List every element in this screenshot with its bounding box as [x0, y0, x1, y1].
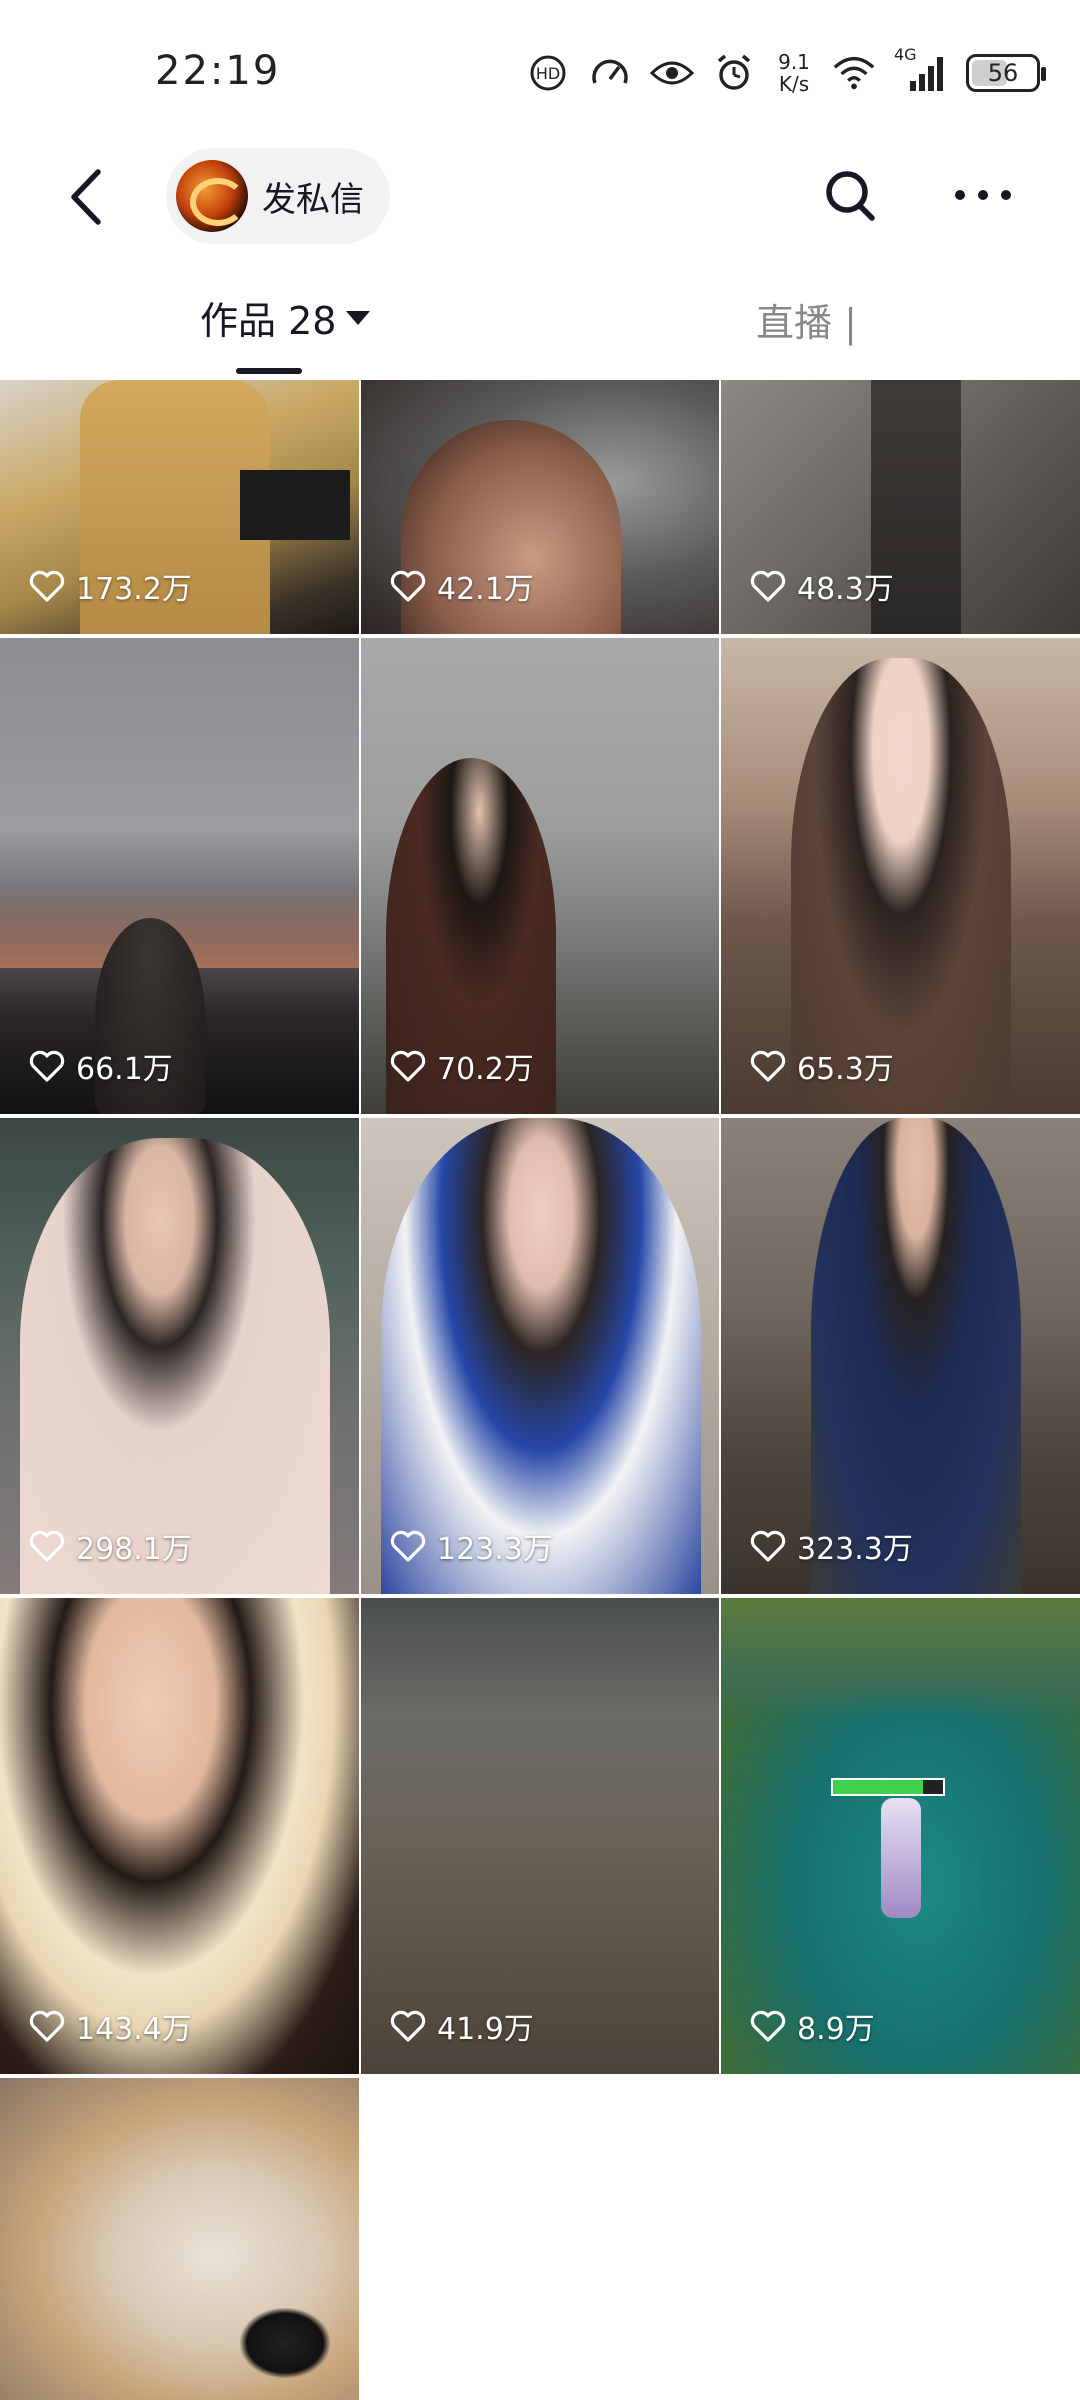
video-thumbnail[interactable]: 123.3万	[361, 1118, 719, 1594]
like-count: 42.1万	[389, 564, 534, 608]
status-bar: 22:19 HD 9.1 K/s 4G 56	[0, 0, 1080, 140]
caret-down-icon	[346, 310, 371, 325]
heart-icon	[750, 1530, 786, 1562]
battery-level: 56	[987, 59, 1019, 87]
tab-works-label: 作品 28	[200, 299, 337, 343]
like-count-label: 143.4万	[76, 2012, 192, 2047]
profile-tabs: 作品 28 直播 |	[0, 270, 1080, 380]
net-speed-value: 9.1	[778, 50, 810, 74]
video-thumbnail[interactable]: 48.3万	[721, 380, 1080, 634]
like-count: 70.2万	[389, 1044, 534, 1088]
more-dots-icon[interactable]	[948, 160, 1018, 230]
thumbnail-healthbar-fill	[833, 1780, 923, 1794]
net-speed-unit: K/s	[778, 72, 810, 96]
heart-icon	[750, 1050, 786, 1082]
video-thumbnail[interactable]: 298.1万	[0, 1118, 359, 1594]
thumbnail-hero	[881, 1798, 921, 1918]
hd-icon: HD	[526, 51, 570, 95]
network-type: 4G	[894, 45, 917, 64]
like-count: 66.1万	[28, 1044, 173, 1088]
like-count: 323.3万	[749, 1524, 913, 1568]
profile-header: 发私信	[0, 140, 1080, 260]
like-count-label: 42.1万	[437, 572, 534, 607]
battery-indicator: 56	[966, 54, 1046, 92]
thumbnail-nose	[240, 2308, 330, 2378]
like-count-label: 298.1万	[76, 1532, 192, 1567]
alarm-icon	[712, 51, 756, 95]
like-count-label: 66.1万	[76, 1052, 173, 1087]
heart-icon	[29, 2010, 65, 2042]
search-icon[interactable]	[820, 160, 880, 230]
like-count-label: 123.3万	[437, 1532, 553, 1567]
tab-active-indicator	[236, 368, 302, 374]
video-thumbnail[interactable]: 66.1万	[0, 638, 359, 1114]
like-count: 65.3万	[749, 1044, 894, 1088]
like-count-label: 65.3万	[797, 1052, 894, 1087]
like-count-label: 41.9万	[437, 2012, 534, 2047]
thumbnail-screen	[240, 470, 350, 540]
message-chip-label: 发私信	[262, 179, 364, 220]
status-icons: HD 9.1 K/s 4G 56	[526, 45, 1046, 98]
video-thumbnail[interactable]: 41.9万	[361, 1598, 719, 2074]
video-thumbnail[interactable]	[0, 2078, 359, 2400]
tab-works[interactable]: 作品 28	[200, 290, 371, 345]
avatar	[176, 160, 248, 232]
net-speed: 9.1 K/s	[774, 51, 814, 95]
status-time: 22:19	[155, 48, 281, 94]
video-thumbnail[interactable]: 173.2万	[0, 380, 359, 634]
heart-icon	[390, 1050, 426, 1082]
thumbnail-figure	[0, 1598, 359, 2074]
heart-icon	[29, 570, 65, 602]
like-count: 123.3万	[389, 1524, 553, 1568]
like-count-label: 323.3万	[797, 1532, 913, 1567]
eye-icon	[650, 51, 694, 95]
like-count-label: 48.3万	[797, 572, 894, 607]
video-thumbnail[interactable]: 70.2万	[361, 638, 719, 1114]
heart-icon	[750, 570, 786, 602]
video-thumbnail[interactable]: 143.4万	[0, 1598, 359, 2074]
like-count: 298.1万	[28, 1524, 192, 1568]
heart-icon	[29, 1530, 65, 1562]
heart-icon	[390, 2010, 426, 2042]
back-chevron-icon[interactable]	[60, 162, 120, 232]
like-count: 41.9万	[389, 2004, 534, 2048]
thumbnail-figure	[381, 1118, 701, 1594]
tab-live[interactable]: 直播 |	[756, 292, 857, 347]
thumbnail-figure	[811, 1118, 1021, 1594]
like-count: 8.9万	[749, 2004, 875, 2048]
like-count-label: 173.2万	[76, 572, 192, 607]
like-count: 143.4万	[28, 2004, 192, 2048]
speed-icon	[588, 51, 632, 95]
like-count-label: 8.9万	[797, 2012, 875, 2047]
like-count: 173.2万	[28, 564, 192, 608]
svg-text:HD: HD	[536, 64, 560, 83]
video-thumbnail[interactable]: 8.9万	[721, 1598, 1080, 2074]
message-chip[interactable]: 发私信	[166, 148, 390, 244]
video-thumbnail[interactable]: 42.1万	[361, 380, 719, 634]
wifi-icon	[832, 51, 876, 95]
video-thumbnail[interactable]: 65.3万	[721, 638, 1080, 1114]
heart-icon	[750, 2010, 786, 2042]
signal-icon: 4G	[894, 45, 948, 95]
heart-icon	[390, 570, 426, 602]
like-count-label: 70.2万	[437, 1052, 534, 1087]
heart-icon	[390, 1530, 426, 1562]
heart-icon	[29, 1050, 65, 1082]
like-count: 48.3万	[749, 564, 894, 608]
video-thumbnail[interactable]: 323.3万	[721, 1118, 1080, 1594]
thumbnail-grass	[721, 1598, 1080, 1718]
